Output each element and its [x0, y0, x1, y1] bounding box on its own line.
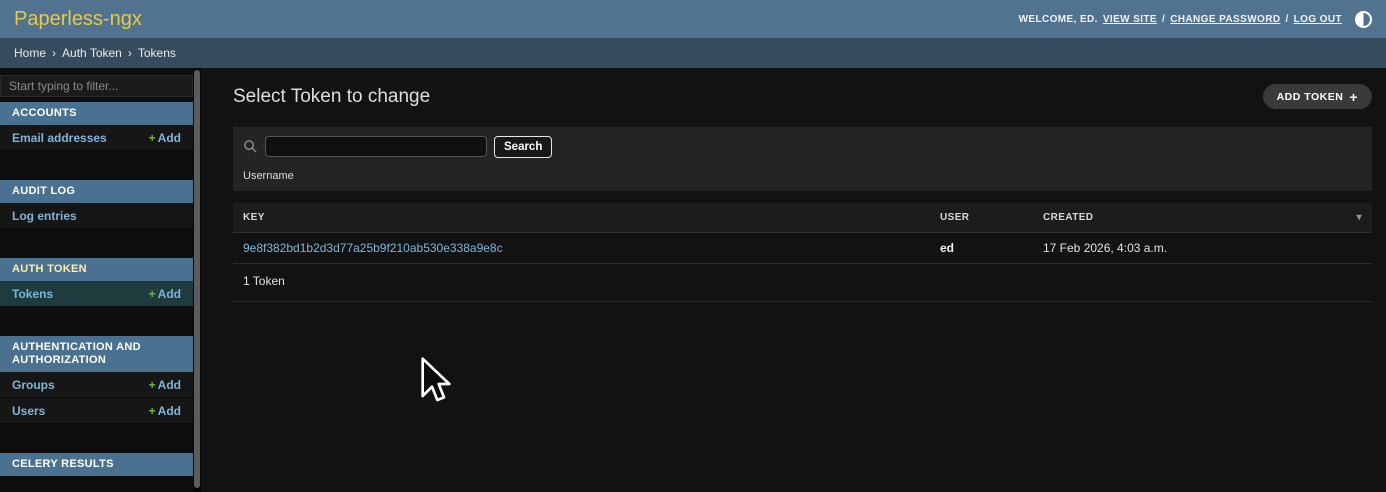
table-header-row: KEY USER CREATED ▾ [233, 203, 1372, 233]
email-addresses-link[interactable]: Email addresses [12, 131, 107, 145]
add-group-link[interactable]: +Add [149, 378, 181, 392]
sidebar-item-users: Users +Add [0, 398, 193, 424]
token-key-cell: 9e8f382bd1b2d3d77a25b9f210ab530e338a9e8c [233, 233, 930, 264]
section-title: ACCOUNTS [0, 102, 193, 125]
add-token-button[interactable]: ADD TOKEN + [1263, 84, 1372, 109]
add-label: Add [158, 287, 181, 301]
sort-options-icon[interactable]: ▾ [1357, 212, 1362, 223]
plus-icon: + [149, 378, 156, 392]
sidebar-section-celery-results: CELERY RESULTS [0, 453, 193, 476]
breadcrumb-separator: › [128, 46, 132, 60]
search-module: Search Username [233, 127, 1372, 191]
scrollbar-thumb[interactable] [194, 70, 200, 488]
column-header-created[interactable]: CREATED ▾ [1033, 203, 1372, 233]
search-button[interactable]: Search [494, 136, 552, 158]
plus-icon: + [149, 404, 156, 418]
sidebar-section-accounts: ACCOUNTS Email addresses +Add [0, 102, 193, 151]
section-title: AUTH TOKEN [0, 258, 193, 281]
add-label: Add [158, 131, 181, 145]
sidebar-item-email-addresses: Email addresses +Add [0, 125, 193, 151]
result-count: 1 Token [233, 264, 1372, 302]
breadcrumb-home-link[interactable]: Home [14, 46, 46, 60]
sidebar-section-audit-log: AUDIT LOG Log entries [0, 180, 193, 229]
breadcrumb-separator: › [52, 46, 56, 60]
sidebar-item-log-entries: Log entries [0, 203, 193, 229]
change-password-link[interactable]: CHANGE PASSWORD [1170, 14, 1280, 25]
table-row: 9e8f382bd1b2d3d77a25b9f210ab530e338a9e8c… [233, 233, 1372, 264]
section-title: AUTHENTICATION AND AUTHORIZATION [0, 336, 193, 372]
user-tools: WELCOME, ED. VIEW SITE / CHANGE PASSWORD… [1019, 11, 1372, 28]
breadcrumb-auth-token-link[interactable]: Auth Token [62, 46, 122, 60]
sidebar-filter-input[interactable] [0, 75, 193, 97]
section-title: AUDIT LOG [0, 180, 193, 203]
plus-icon: + [149, 287, 156, 301]
users-link[interactable]: Users [12, 404, 45, 418]
add-user-link[interactable]: +Add [149, 404, 181, 418]
add-email-address-link[interactable]: +Add [149, 131, 181, 145]
add-token-button-label: ADD TOKEN [1277, 91, 1344, 103]
sidebar-nav: ACCOUNTS Email addresses +Add AUDIT LOG … [0, 68, 193, 492]
link-separator: / [1162, 14, 1165, 25]
add-label: Add [158, 378, 181, 392]
search-icon [243, 139, 258, 154]
breadcrumb-current: Tokens [138, 46, 176, 60]
sidebar-item-groups: Groups +Add [0, 372, 193, 398]
breadcrumb: Home › Auth Token › Tokens [0, 38, 1386, 68]
sidebar-section-auth-token: AUTH TOKEN Tokens +Add [0, 258, 193, 307]
tokens-table: KEY USER CREATED ▾ 9e8f382bd1b2d3d77a25b… [233, 203, 1372, 264]
search-input[interactable] [265, 136, 487, 157]
token-user-cell: ed [930, 233, 1033, 264]
page-title: Select Token to change [233, 86, 1372, 108]
column-header-key[interactable]: KEY [233, 203, 930, 233]
sidebar-scrollbar [193, 68, 201, 492]
brand-link[interactable]: Paperless-ngx [14, 8, 142, 31]
search-field-label: Username [243, 170, 1362, 183]
page: Paperless-ngx WELCOME, ED. VIEW SITE / C… [0, 0, 1386, 492]
column-header-created-label: CREATED [1043, 212, 1093, 223]
view-site-link[interactable]: VIEW SITE [1103, 14, 1157, 25]
top-header: Paperless-ngx WELCOME, ED. VIEW SITE / C… [0, 0, 1386, 38]
section-title: CELERY RESULTS [0, 453, 193, 476]
theme-toggle-icon[interactable] [1355, 11, 1372, 28]
plus-icon: + [149, 131, 156, 145]
plus-icon: + [1349, 89, 1358, 105]
log-entries-link[interactable]: Log entries [12, 209, 77, 223]
sidebar-item-tokens: Tokens +Add [0, 281, 193, 307]
column-header-user[interactable]: USER [930, 203, 1033, 233]
token-created-cell: 17 Feb 2026, 4:03 a.m. [1033, 233, 1372, 264]
link-separator: / [1285, 14, 1288, 25]
sidebar-section-authentication-authorization: AUTHENTICATION AND AUTHORIZATION Groups … [0, 336, 193, 424]
add-token-link[interactable]: +Add [149, 287, 181, 301]
main-content: Select Token to change ADD TOKEN + Searc… [201, 68, 1386, 492]
groups-link[interactable]: Groups [12, 378, 55, 392]
tokens-link[interactable]: Tokens [12, 287, 53, 301]
add-label: Add [158, 404, 181, 418]
token-key-link[interactable]: 9e8f382bd1b2d3d77a25b9f210ab530e338a9e8c [243, 241, 503, 255]
welcome-text: WELCOME, ED. [1019, 14, 1098, 25]
log-out-link[interactable]: LOG OUT [1294, 14, 1342, 25]
